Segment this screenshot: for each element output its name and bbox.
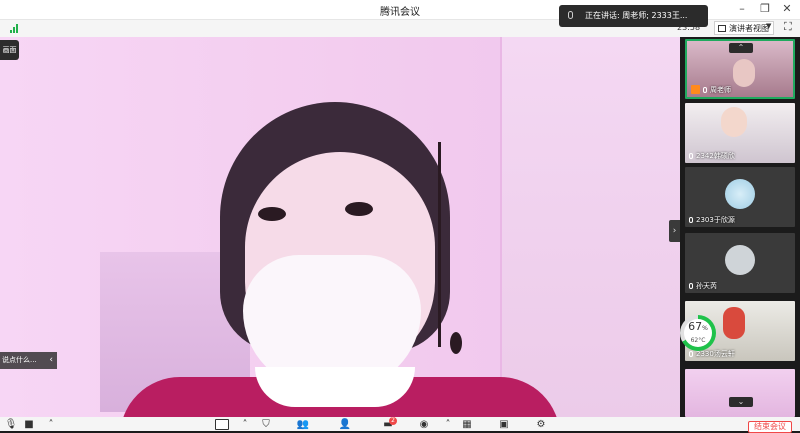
microphone-icon bbox=[703, 87, 707, 93]
scroll-up-button[interactable]: ⌃ bbox=[729, 43, 753, 53]
view-mode-button[interactable]: 演讲者视图 bbox=[714, 21, 774, 35]
share-screen-icon[interactable] bbox=[215, 419, 229, 430]
chevron-up-icon[interactable]: ˄ bbox=[441, 419, 455, 430]
chat-badge: 2 bbox=[389, 417, 397, 425]
chevron-up-icon[interactable]: ˄ bbox=[238, 419, 252, 430]
participant-tile[interactable]: 孙天芮 bbox=[685, 233, 795, 293]
screen-tab[interactable]: 画面 bbox=[0, 40, 19, 60]
participant-label: 周老师 bbox=[691, 85, 731, 95]
camera-icon[interactable]: ■ bbox=[22, 419, 36, 430]
fullscreen-icon[interactable]: ⛶ bbox=[784, 20, 792, 34]
participant-avatar bbox=[725, 245, 755, 275]
microphone-icon bbox=[568, 11, 573, 19]
participant-tile[interactable] bbox=[685, 369, 795, 417]
main-video[interactable] bbox=[0, 37, 680, 417]
muted-microphone-icon bbox=[689, 283, 693, 289]
bottom-toolbar bbox=[0, 417, 800, 431]
network-signal-icon bbox=[10, 23, 20, 33]
participant-tile[interactable]: 2342韩硕欣 bbox=[685, 103, 795, 163]
view-mode-label: 演讲者视图 bbox=[729, 24, 769, 33]
participant-video bbox=[723, 307, 745, 339]
speaker-view-icon bbox=[718, 25, 726, 32]
hairpin-end bbox=[450, 332, 462, 354]
apps-icon[interactable]: ▣ bbox=[497, 419, 511, 430]
members-icon[interactable]: 👥 bbox=[296, 419, 310, 430]
hairpin bbox=[438, 142, 441, 347]
microphone-icon[interactable]: 🎙 bbox=[4, 419, 18, 430]
participant-label: 2342韩硕欣 bbox=[689, 151, 735, 161]
muted-microphone-icon bbox=[689, 153, 693, 159]
chevron-left-icon[interactable]: ‹ bbox=[49, 352, 53, 369]
host-icon bbox=[691, 85, 700, 94]
cpu-value: 67% bbox=[688, 320, 708, 333]
background-wall bbox=[500, 37, 680, 417]
minimize-icon[interactable]: – bbox=[734, 2, 750, 15]
participant-label: 孙天芮 bbox=[689, 281, 717, 291]
settings-icon[interactable]: ⚙ bbox=[534, 419, 548, 430]
chevron-up-icon[interactable]: ˄ bbox=[44, 419, 58, 430]
participants-panel: 周老师 ⌃ 2342韩硕欣 2303于欣源 孙天芮 2330汤云轩 ⌄ bbox=[681, 37, 800, 417]
close-icon[interactable]: ✕ bbox=[779, 2, 795, 15]
end-meeting-button[interactable]: 结束会议 bbox=[748, 421, 792, 433]
chat-hint-text: 说点什么... bbox=[2, 356, 37, 364]
participant-avatar bbox=[725, 179, 755, 209]
record-icon[interactable]: ◉ bbox=[417, 419, 431, 430]
security-icon[interactable]: ⛉ bbox=[259, 419, 273, 430]
participant-label: 2303于欣源 bbox=[689, 215, 735, 225]
performance-gauge[interactable]: 67% 62°C bbox=[680, 315, 716, 351]
speaker-eye-right bbox=[345, 202, 373, 216]
invite-icon[interactable]: 👤 bbox=[338, 419, 352, 430]
speaker-eye-left bbox=[258, 207, 286, 221]
temperature-value: 62°C bbox=[690, 337, 706, 344]
participant-video bbox=[721, 107, 747, 137]
participant-tile[interactable]: 2303于欣源 bbox=[685, 167, 795, 227]
speaking-notice: 正在讲话: 周老师; 2333王... bbox=[559, 5, 708, 27]
speaking-text: 正在讲话: 周老师; 2333王... bbox=[585, 11, 688, 20]
collapse-panel-handle[interactable]: › bbox=[669, 220, 680, 242]
speaker-collar bbox=[255, 367, 415, 407]
gauge-inner: 67% 62°C bbox=[684, 319, 712, 347]
muted-microphone-icon bbox=[689, 351, 693, 357]
chat-hint[interactable]: 说点什么... ‹ bbox=[0, 352, 57, 369]
chevron-down-icon[interactable]: ▼ bbox=[766, 22, 771, 30]
muted-microphone-icon bbox=[689, 217, 693, 223]
layout-icon[interactable]: ▦ bbox=[460, 419, 474, 430]
participant-video bbox=[733, 59, 755, 87]
restore-icon[interactable]: ❐ bbox=[757, 2, 773, 15]
scroll-down-button[interactable]: ⌄ bbox=[729, 397, 753, 407]
